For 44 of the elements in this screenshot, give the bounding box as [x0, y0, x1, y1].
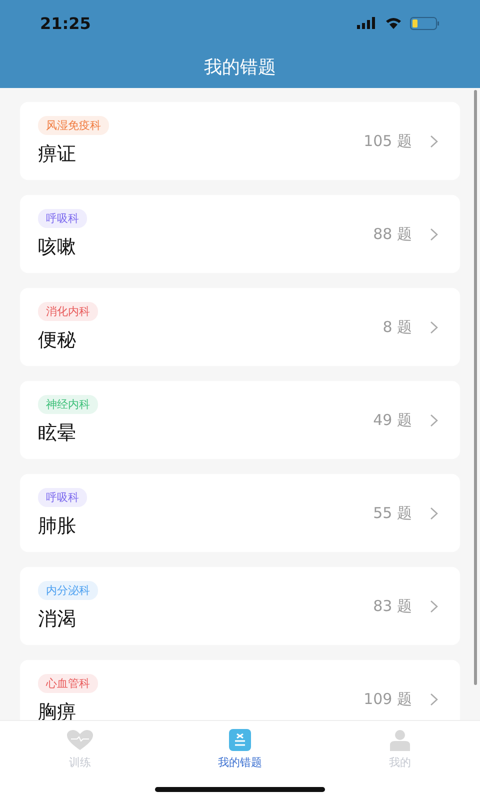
person-icon	[389, 729, 411, 751]
chevron-right-icon	[430, 506, 438, 520]
question-count: 105 题	[364, 132, 412, 150]
topic-card[interactable]: 心血管科 胸痹 109 题	[20, 660, 460, 720]
chevron-right-icon	[430, 692, 438, 706]
department-tag: 呼吸科	[38, 488, 87, 506]
chevron-right-icon	[430, 134, 438, 148]
department-tag: 风湿免疫科	[38, 116, 109, 134]
topic-card[interactable]: 呼吸科 肺胀 55 题	[20, 474, 460, 552]
department-tag: 内分泌科	[38, 580, 98, 600]
topic-title: 便秘	[38, 328, 76, 352]
topic-card[interactable]: 神经内科 眩晕 49 题	[20, 381, 460, 459]
topic-title: 眩晕	[38, 420, 76, 446]
department-tag: 神经内科	[38, 394, 98, 414]
question-count: 109 题	[364, 690, 412, 708]
topic-card[interactable]: 内分泌科 消渴 83 题	[20, 567, 460, 645]
department-tag: 心血管科	[38, 674, 98, 692]
signal-icon	[357, 17, 377, 29]
page-title: 我的错题	[204, 56, 276, 79]
wifi-icon	[385, 17, 402, 29]
chevron-right-icon	[430, 600, 438, 612]
chevron-right-icon	[430, 320, 438, 334]
question-count: 55 题	[373, 504, 412, 522]
question-count: 83 题	[373, 596, 412, 616]
heart-icon	[66, 729, 94, 751]
status-time: 21:25	[40, 14, 91, 32]
question-count: 49 题	[373, 410, 412, 430]
question-count: 8 题	[382, 318, 412, 336]
tab-item[interactable]: 我的错题	[160, 729, 320, 770]
topic-card[interactable]: 风湿免疫科 痹证 105 题	[20, 102, 460, 180]
department-tag: 消化内科	[38, 302, 98, 320]
document-icon	[229, 729, 251, 751]
question-count: 88 题	[373, 224, 412, 244]
chevron-right-icon	[430, 414, 438, 426]
topic-card[interactable]: 消化内科 便秘 8 题	[20, 288, 460, 366]
topic-title: 胸痹	[38, 700, 76, 720]
chevron-right-icon	[430, 228, 438, 240]
topic-title: 痹证	[38, 142, 76, 166]
battery-icon	[410, 16, 440, 30]
topic-title: 消渴	[38, 606, 76, 632]
department-tag: 呼吸科	[38, 208, 87, 228]
topic-title: 肺胀	[38, 514, 76, 538]
topic-card[interactable]: 呼吸科 咳嗽 88 题	[20, 195, 460, 273]
topic-title: 咳嗽	[38, 234, 76, 260]
